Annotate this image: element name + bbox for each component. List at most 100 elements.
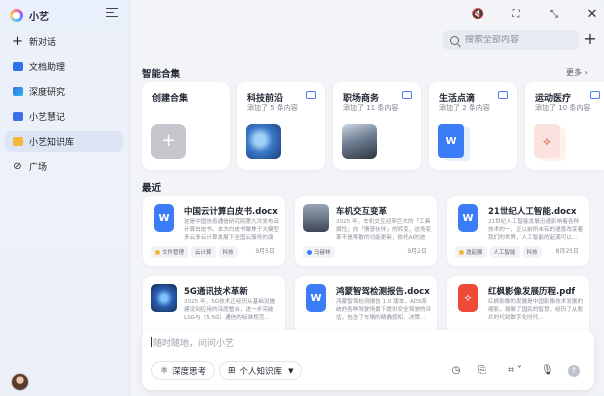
chat-composer[interactable]: 随时随地，问问小艺 ⚛ 深度思考 ⊞ 个人知识库 ▼ ◷ ⎘ ⌗ ˅ 🎙 ↑ [142,330,594,390]
knowledge-base-icon [12,136,23,147]
user-avatar[interactable] [11,373,29,391]
card-date: 8月25日 [555,248,579,255]
sidebar-item-doc-assistant[interactable]: 文档助理 [5,56,123,77]
sidebar-item-plaza[interactable]: ⊘ 广场 [5,156,123,177]
add-button[interactable]: + [582,31,598,47]
sidebar-nav: + 新对话 文档助理 深度研究 小艺慧记 小艺知识库 ⊘ 广场 [5,31,123,181]
sidebar-item-deep-research[interactable]: 深度研究 [5,81,123,102]
sidebar-item-knowledge-base[interactable]: 小艺知识库 [5,131,123,152]
tag-label: 邀起展 [466,250,483,256]
xiaoyi-logo-icon [10,8,23,22]
chevron-down-icon: ▼ [288,366,294,375]
app-name: 小艺 [29,11,49,23]
card-description: 21世纪人工智能发展迅速影响着各种技术的一，正以前所未有的速度改变着我们的世界，… [488,219,584,241]
business-thumbnail [342,124,377,159]
collection-count: 添加了 2 条内容 [439,104,490,112]
deep-think-icon: ⚛ [160,365,169,376]
collection-create[interactable]: 创建合集 + [142,82,230,170]
collection-count: 添加了 10 条内容 [535,104,591,112]
notes-icon [12,111,23,122]
more-link[interactable]: 更多 › [566,67,588,78]
card-description: 红枫影像的发展是中国影像技术发展的缩影，凝聚了国民的智慧，经历了从胶片时代到数字… [488,299,584,321]
deep-think-label: 深度思考 [172,366,207,377]
collection-life[interactable]: 生活点滴 添加了 2 条内容 W [429,82,517,170]
collection-title: 创建合集 [152,94,189,104]
tag: 马赫林 [303,246,335,258]
collapse-sidebar-icon[interactable] [106,8,118,18]
recent-card[interactable]: 车机交互变革 2025 年，车机交互迎来巨大的「工具属性」向「情感伙伴」的转变，… [295,196,437,266]
card-description: 这是中国信息通信研究院第九次发布云计算白皮书。本次白皮书聚焦于大模型多云多云计算… [184,219,280,241]
car-thumbnail [303,204,329,232]
sidebar-item-label: 文档助理 [29,63,66,73]
tag-label: 文件管理 [162,250,185,256]
tech-thumbnail [246,124,281,159]
window-toolbar: 🔇 ⛶ ⤡ ✕ [470,6,600,22]
pdf-file-icon: ⟡ [458,284,478,312]
tag: 云计算 [191,246,216,258]
recent-card[interactable]: W 中国云计算白皮书.docx 这是中国信息通信研究院第九次发布云计算白皮书。本… [143,196,285,266]
tag-dot-icon [459,249,464,255]
card-description: 2025 年，5G技术正经历从基础设施建设到应用的深度整合，进一步突破 LSG与… [184,299,276,321]
sidebar-item-label: 广场 [29,163,48,173]
5g-thumbnail [151,284,177,312]
sidebar-item-notes[interactable]: 小艺慧记 [5,106,123,127]
tag-label: 马赫林 [314,250,331,256]
knowledge-base-selector[interactable]: ⊞ 个人知识库 ▼ [219,361,303,380]
sidebar-item-new-chat[interactable]: + 新对话 [5,31,123,52]
tag-dot-icon [307,249,312,255]
card-date: 9月5日 [255,248,275,255]
more-label: 更多 [566,68,582,77]
tag: 文件管理 [151,246,189,258]
card-tags: 邀起展 人工智能 科技 [455,246,542,258]
folder-icon [306,91,316,99]
folder-icon [402,91,412,99]
collections-title: 智能合集 [142,69,181,80]
recent-card[interactable]: W 21世纪人工智能.docx 21世纪人工智能发展迅速影响着各种技术的一，正以… [447,196,589,266]
close-icon[interactable]: ✕ [584,6,600,22]
collection-count: 添加了 5 条内容 [247,104,298,112]
document-icon [12,61,23,72]
card-title: 红枫影像发展历程.pdf [488,287,576,297]
composer-input[interactable]: 随时随地，问问小艺 [151,336,234,349]
app-window: 小艺 + 新对话 文档助理 深度研究 小艺慧记 小艺知识库 ⊘ 广场 🔇 ⛶ ⤡… [0,0,604,396]
attachment-icon[interactable]: ⎘ [476,365,488,377]
add-collection-icon[interactable]: + [151,124,186,159]
card-title: 鸿蒙智驾检测报告.docx [336,287,430,297]
sidebar-item-label: 小艺慧记 [29,113,66,123]
knowledge-base-label: 个人知识库 [239,366,283,377]
knowledge-base-icon: ⊞ [228,365,236,376]
folder-icon [590,91,600,99]
word-file-icon: W [306,284,326,312]
deep-think-button[interactable]: ⚛ 深度思考 [151,361,216,380]
sidebar-item-label: 小艺知识库 [29,138,75,148]
fullscreen-icon[interactable]: ⛶ [508,6,524,22]
collection-tech[interactable]: 科技前沿 添加了 5 条内容 [237,82,325,170]
word-file-icon: W [154,204,174,232]
tag: 科技 [218,246,238,258]
card-tags: 马赫林 [303,246,335,258]
tag: 科技 [522,246,542,258]
tag-dot-icon [155,249,160,255]
crop-tool-icon[interactable]: ⌗ ˅ [504,365,526,377]
minimize-window-icon[interactable]: ⤡ [546,6,562,22]
collection-sports-medical[interactable]: 运动医疗 添加了 10 条内容 ⟡ [525,82,604,170]
search-box[interactable] [443,30,579,50]
card-description: 鸿蒙智驾检测报告 1.0 版本，ADS系统的各种驾驶场景下提供安全驾驶的评估，包… [336,299,432,321]
plus-icon: + [12,34,23,49]
microphone-icon[interactable]: 🎙 [541,365,554,377]
collection-business[interactable]: 职场商务 添加了 11 条内容 [333,82,421,170]
card-date: 9月2日 [407,248,427,255]
card-title: 5G通讯技术革新 [184,287,248,297]
search-icon [450,35,459,45]
search-input[interactable] [465,35,565,45]
research-icon [12,86,23,97]
plaza-icon: ⊘ [13,160,22,172]
mute-icon[interactable]: 🔇 [470,6,486,22]
recent-title: 最近 [142,183,162,194]
card-title: 中国云计算白皮书.docx [184,207,278,217]
brand: 小艺 [10,6,49,24]
card-title: 21世纪人工智能.docx [488,207,577,217]
card-description: 2025 年，车机交互迎来巨大的「工具属性」向「情感伙伴」的转变，这场变革不是零… [336,219,432,241]
send-button[interactable]: ↑ [568,365,580,377]
history-icon[interactable]: ◷ [450,365,462,377]
